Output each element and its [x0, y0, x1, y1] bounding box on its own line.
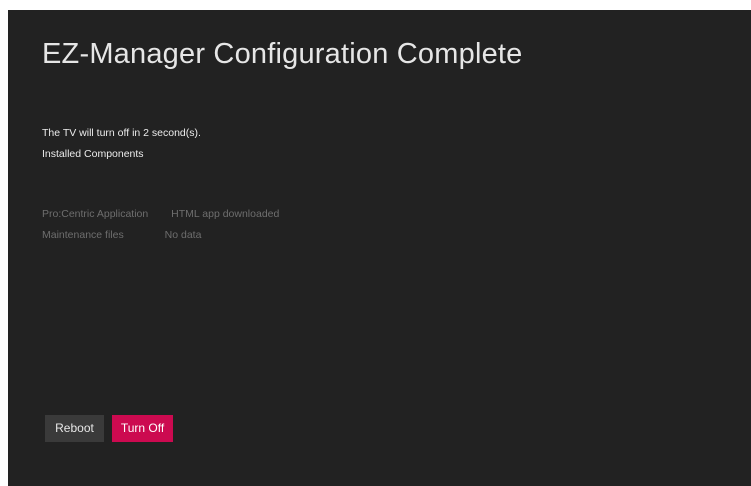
component-status: No data: [164, 229, 202, 241]
turn-off-countdown-text: The TV will turn off in 2 second(s).: [42, 127, 201, 139]
turn-off-button[interactable]: Turn Off: [112, 415, 173, 442]
page-title: EZ-Manager Configuration Complete: [42, 38, 523, 70]
component-name: Maintenance files: [42, 229, 124, 241]
component-row-procentric: Pro:Centric Application HTML app downloa…: [42, 208, 279, 220]
component-name: Pro:Centric Application: [42, 208, 149, 220]
configuration-complete-screen: EZ-Manager Configuration Complete The TV…: [8, 10, 751, 486]
component-status: HTML app downloaded: [171, 208, 280, 220]
component-row-maintenance: Maintenance files No data: [42, 229, 201, 241]
installed-components-heading: Installed Components: [42, 148, 144, 160]
reboot-button[interactable]: Reboot: [45, 415, 104, 442]
